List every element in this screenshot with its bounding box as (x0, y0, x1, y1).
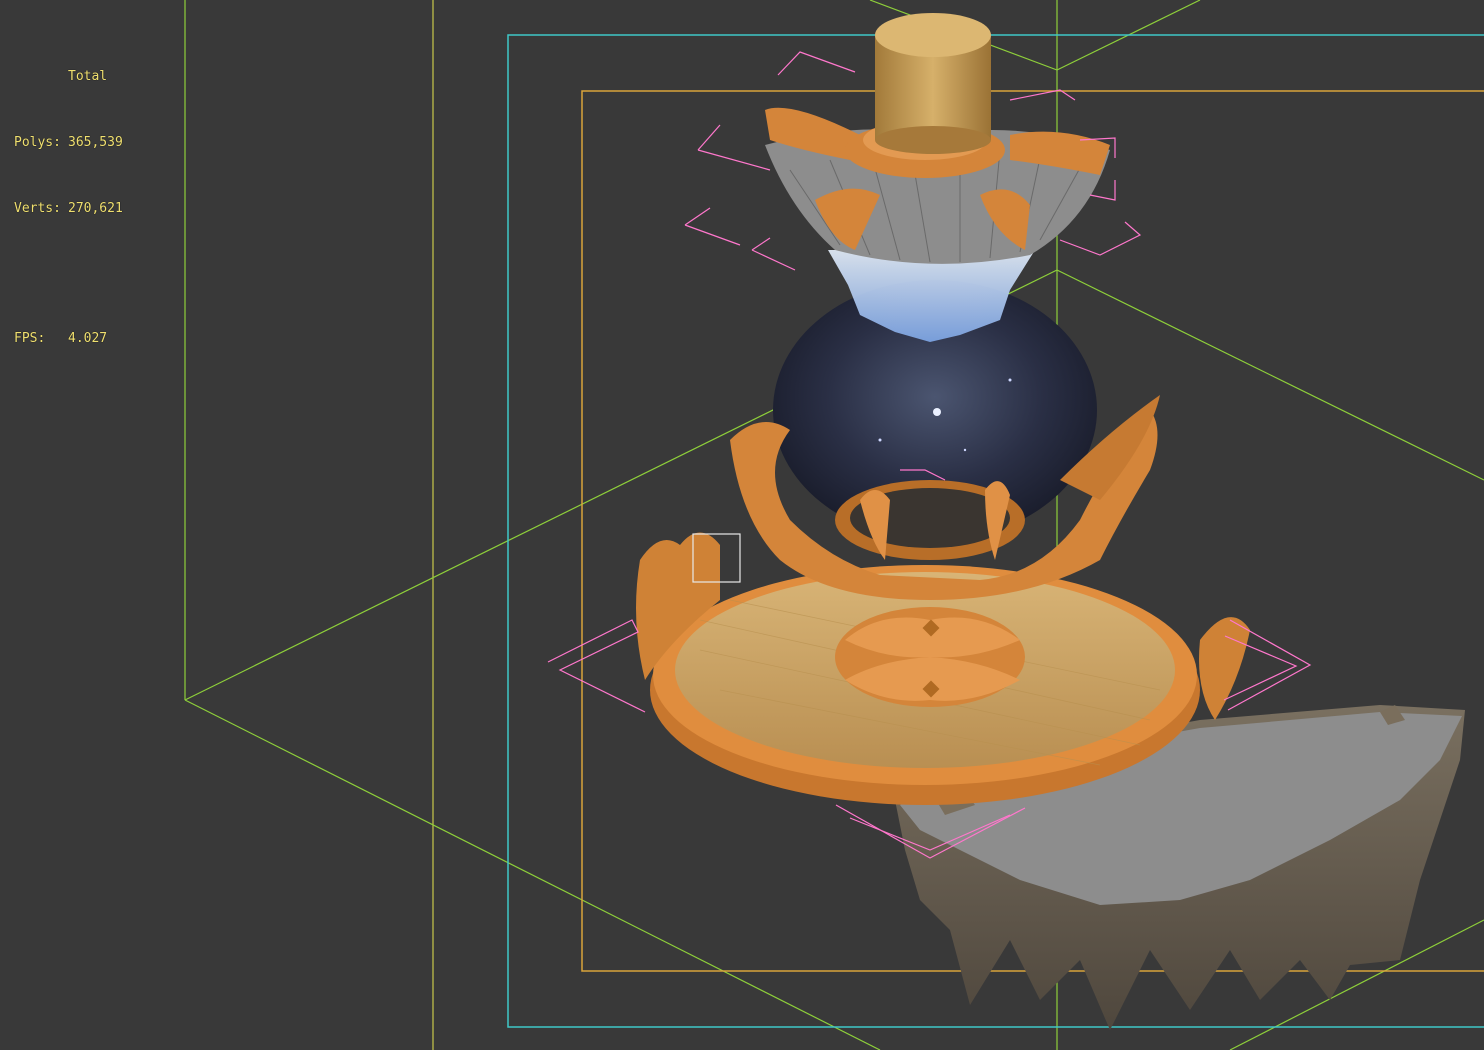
stats-verts-value: 270,621 (68, 201, 123, 216)
floor-emblem (835, 607, 1025, 707)
3d-viewport[interactable]: Total Polys: 365,539 Verts: 270,621 FPS:… (0, 0, 1484, 1050)
cylinder-cap-model[interactable] (875, 13, 991, 154)
stats-fps-row: FPS: 4.027 (14, 328, 123, 350)
stats-verts-label: Verts: (14, 201, 61, 216)
stats-polys-label: Polys: (14, 135, 61, 150)
stats-fps-value: 4.027 (68, 331, 108, 346)
stats-fps-label: FPS: (14, 331, 46, 346)
stats-total-label: Total (68, 69, 108, 84)
viewport-statistics-overlay: Total Polys: 365,539 Verts: 270,621 FPS:… (14, 22, 123, 394)
stats-verts-row: Verts: 270,621 (14, 198, 123, 220)
stats-spacer (14, 264, 123, 284)
stats-polys-value: 365,539 (68, 135, 123, 150)
stats-polys-row: Polys: 365,539 (14, 132, 123, 154)
scene-canvas[interactable] (0, 0, 1484, 1050)
